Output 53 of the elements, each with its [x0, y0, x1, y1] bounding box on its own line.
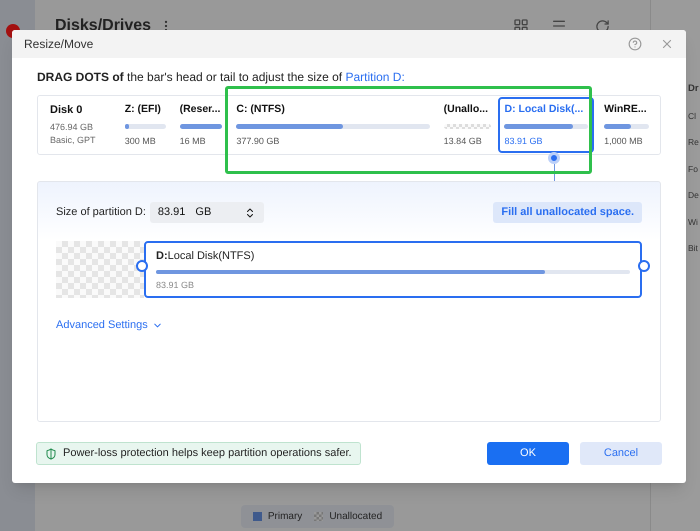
partition-letter: D:: [156, 250, 168, 262]
side-label: Bit: [688, 244, 698, 252]
partition-size: 300 MB: [124, 134, 157, 148]
instruction-text: DRAG DOTS of the bar's head or tail to adjust the size of Partition D:: [37, 70, 406, 84]
partition-name: C: (NTFS): [236, 102, 286, 117]
side-label: Fo: [688, 164, 698, 173]
bar-size: 83.91 GB: [156, 278, 196, 292]
partition-size: 377.90 GB: [236, 134, 280, 148]
dialog-title: Resize/Move: [24, 36, 94, 53]
partition-name: (Reser...: [180, 102, 222, 117]
cancel-button[interactable]: Cancel: [580, 442, 662, 465]
usage-track: [444, 124, 492, 129]
partition-name: WinRE...: [604, 102, 648, 117]
partition-bar[interactable]: D:Local Disk(NTFS) 83.91 GB: [144, 241, 642, 298]
close-icon[interactable]: [660, 37, 674, 51]
side-label: Cl: [688, 112, 696, 120]
partition-link[interactable]: Partition D:: [345, 70, 405, 84]
partition-label: Local Disk(NTFS): [168, 250, 254, 262]
partition-name: Z: (EFI): [124, 102, 162, 117]
left-handle-icon[interactable]: [136, 260, 148, 272]
disk-size: 476.94 GB: [50, 120, 94, 134]
disk-name: Disk 0: [50, 103, 84, 118]
page-title: Disks/Drives: [55, 16, 152, 36]
side-label: De: [688, 191, 699, 200]
side-label: Dr: [688, 84, 699, 94]
partition-card[interactable]: C: (NTFS) 377.90 GB: [229, 97, 437, 153]
side-label: Wi: [688, 218, 698, 226]
ok-button[interactable]: OK: [487, 442, 569, 465]
fill-unallocated-button[interactable]: Fill all unallocated space.: [493, 202, 642, 223]
shield-icon: [45, 448, 57, 460]
partition-size: 83.91 GB: [504, 134, 544, 148]
disk-type: Basic, GPT: [50, 134, 97, 148]
notice-text: Power-loss protection helps keep partition operations safer.: [63, 446, 352, 462]
advanced-settings-link[interactable]: Advanced Settings: [56, 317, 163, 334]
partition-card[interactable]: WinRE... 1,000 MB: [594, 97, 656, 153]
size-field[interactable]: 83.91 GB: [150, 202, 264, 223]
right-handle-icon[interactable]: [638, 260, 650, 272]
partition-card[interactable]: D: Local Disk(... 83.91 GB: [498, 97, 594, 153]
side-label: Re: [688, 138, 699, 146]
partition-size: 16 MB: [180, 134, 207, 148]
partition-name: (Unallo...: [444, 102, 490, 117]
legend-swatch: [314, 512, 324, 521]
partition-size: 13.84 GB: [444, 134, 483, 148]
partition-size: 1,000 MB: [604, 134, 644, 148]
partition-card[interactable]: Z: (EFI) 300 MB: [118, 97, 173, 153]
partition-name: D: Local Disk(...: [504, 102, 584, 117]
legend-label: Unallocated: [329, 510, 382, 524]
partition-card[interactable]: (Reser... 16 MB: [172, 97, 230, 153]
size-label: Size of partition D:: [56, 205, 146, 220]
help-icon[interactable]: [628, 37, 642, 51]
legend-swatch: [252, 512, 262, 521]
legend-label: Primary: [268, 510, 302, 524]
partition-card[interactable]: (Unallo... 13.84 GB: [436, 97, 498, 153]
